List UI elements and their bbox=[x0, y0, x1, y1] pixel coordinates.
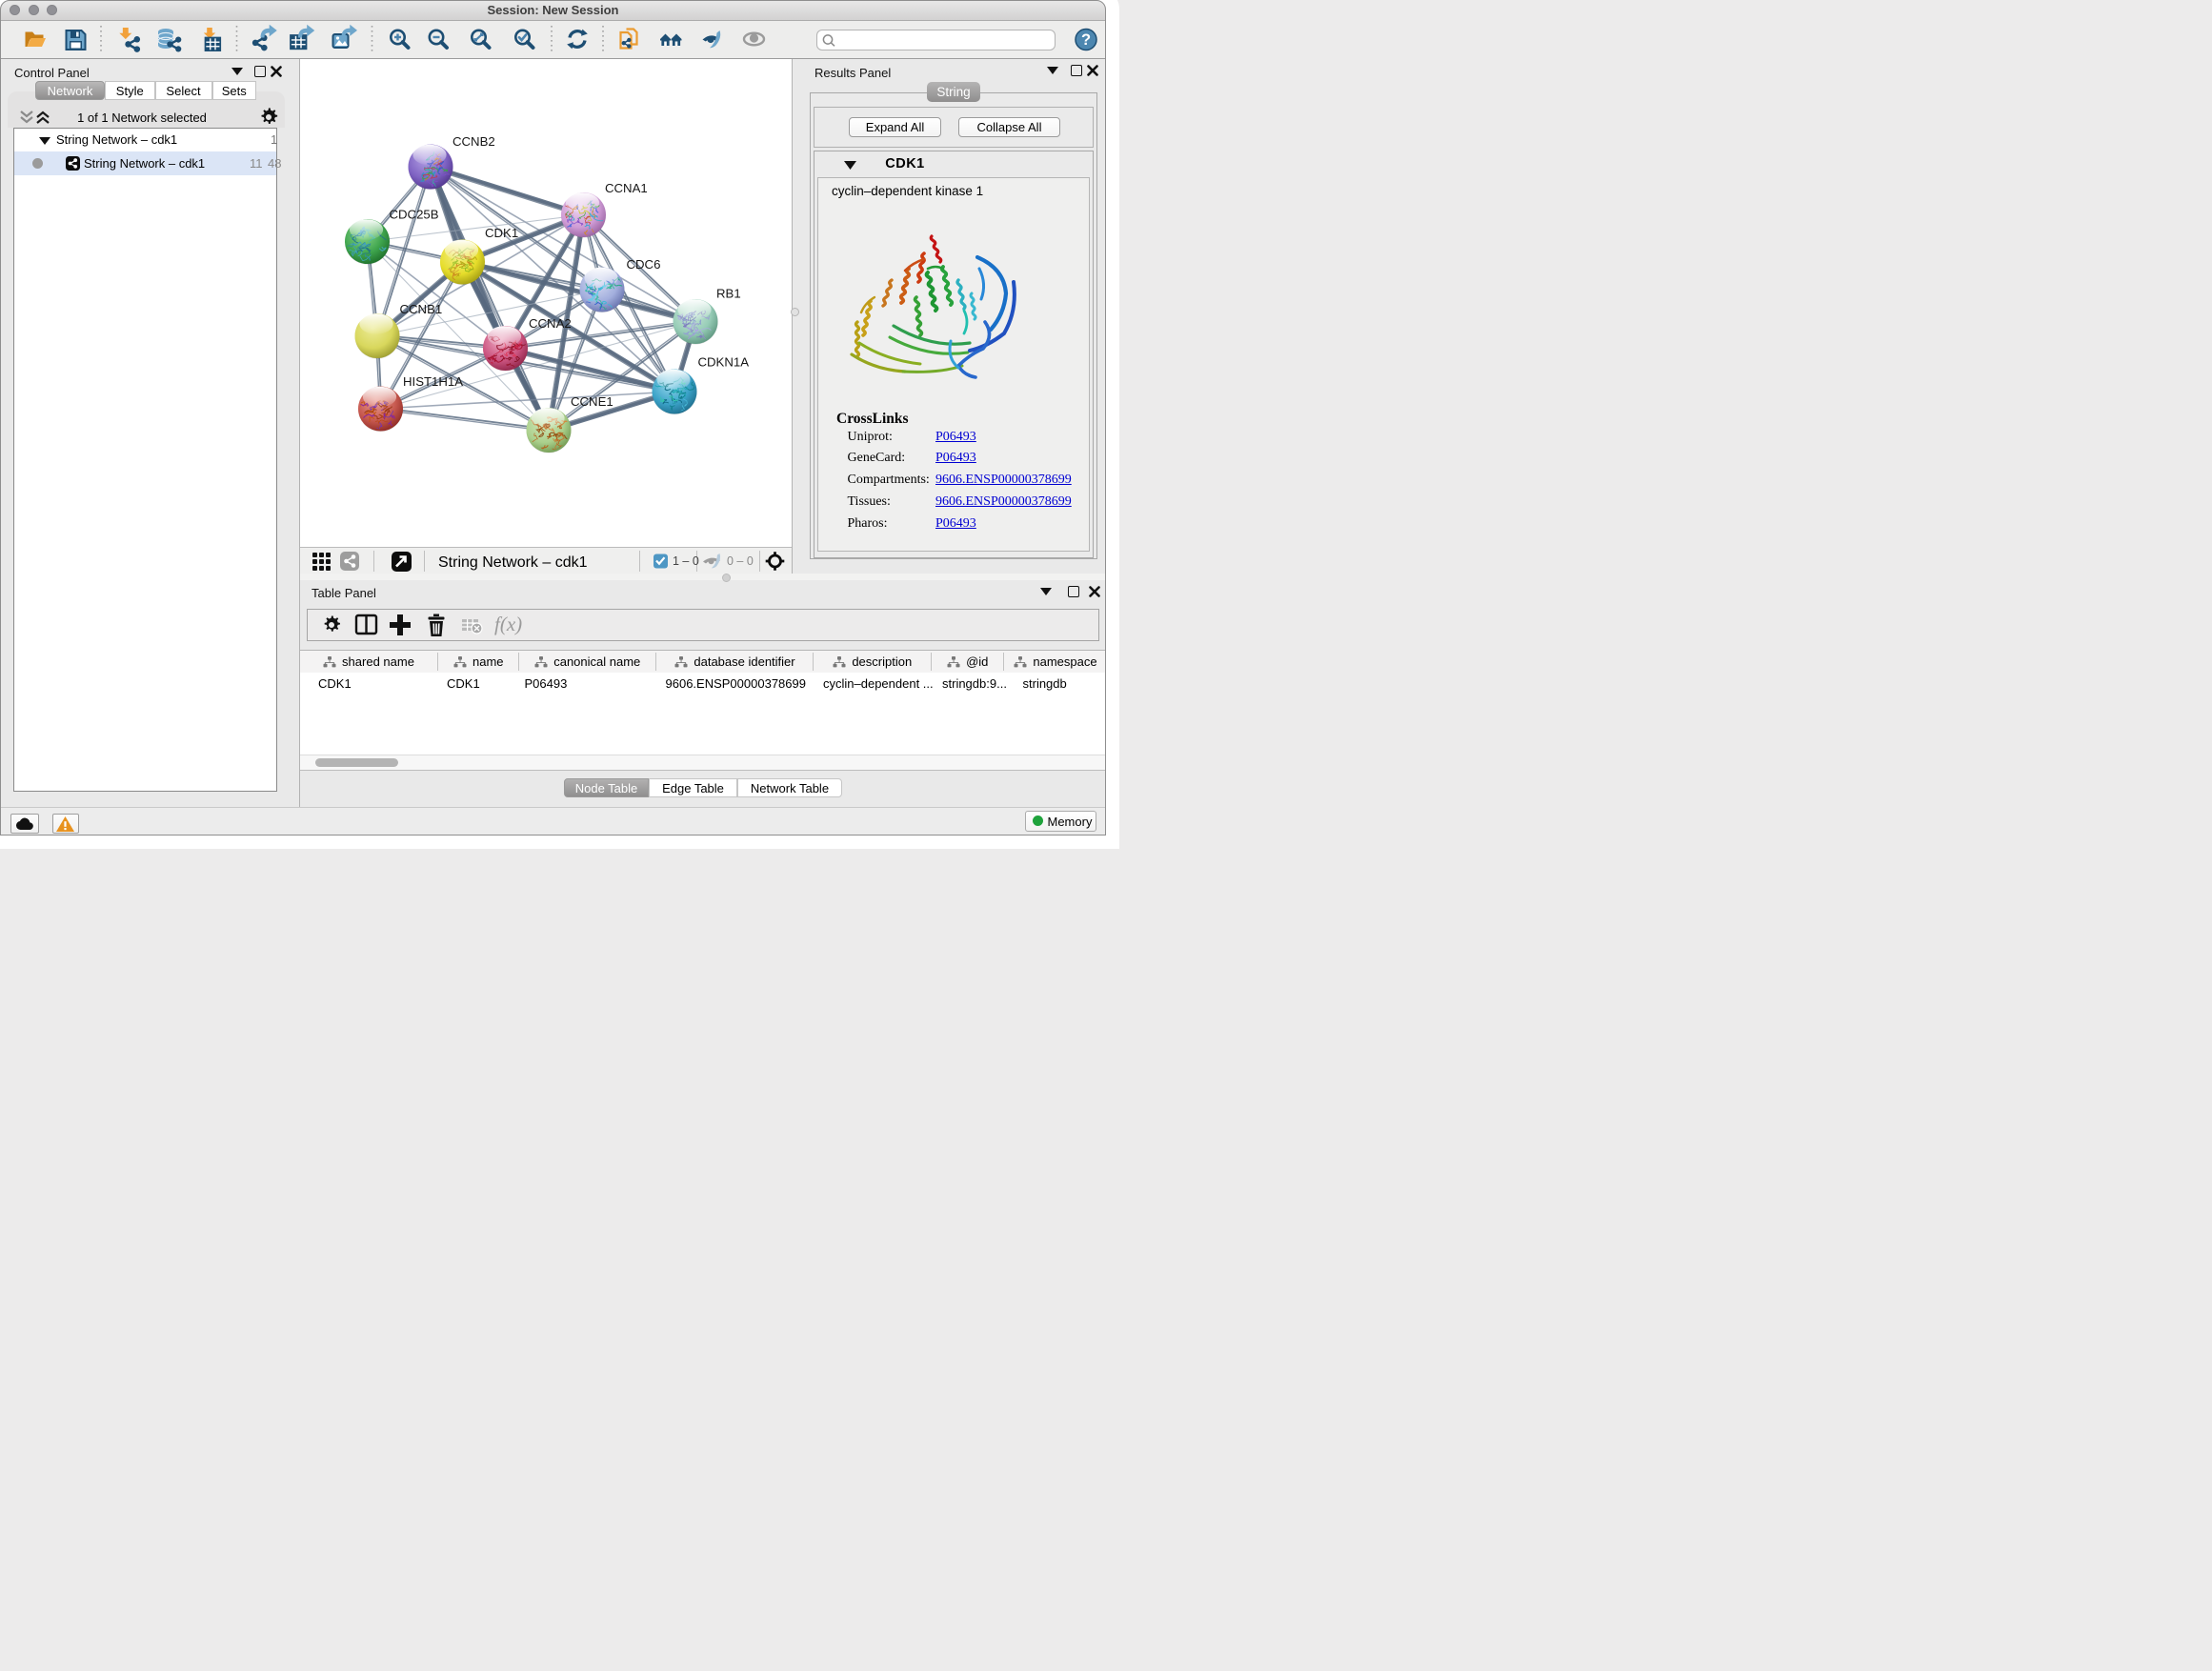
svg-text:?: ? bbox=[1081, 31, 1091, 49]
svg-text:1 – 0: 1 – 0 bbox=[673, 554, 699, 568]
svg-text:CCNA2: CCNA2 bbox=[529, 316, 572, 331]
svg-text:f(x): f(x) bbox=[494, 613, 522, 635]
svg-text:CDKN1A: CDKN1A bbox=[698, 355, 750, 370]
svg-text:CCNB2: CCNB2 bbox=[452, 134, 495, 149]
svg-text:HIST1H1A: HIST1H1A bbox=[403, 374, 463, 389]
svg-text:CDC25B: CDC25B bbox=[390, 208, 439, 222]
svg-text:0 – 0: 0 – 0 bbox=[727, 554, 754, 568]
svg-text:CCNB1: CCNB1 bbox=[400, 302, 443, 316]
svg-text:CDK1: CDK1 bbox=[485, 226, 518, 240]
svg-text:CCNA1: CCNA1 bbox=[605, 181, 648, 195]
svg-text:RB1: RB1 bbox=[716, 287, 741, 301]
svg-text:CCNE1: CCNE1 bbox=[571, 394, 613, 409]
svg-text:CDC6: CDC6 bbox=[627, 257, 661, 272]
